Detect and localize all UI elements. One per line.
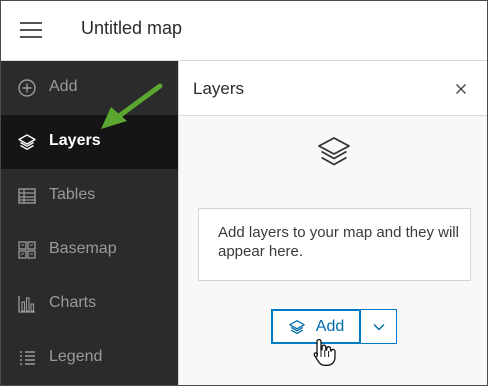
panel-title: Layers	[193, 79, 245, 98]
sidebar-item-add[interactable]: Add	[1, 61, 178, 115]
sidebar-item-label: Basemap	[49, 240, 117, 257]
basemap-icon	[17, 240, 37, 260]
layers-add-icon	[288, 319, 305, 334]
close-icon	[456, 84, 466, 94]
map-title: Untitled map	[81, 18, 183, 38]
chevron-down-icon	[373, 323, 384, 330]
add-layer-split-button: Add	[271, 309, 397, 344]
sidebar-item-basemap[interactable]: Basemap	[1, 223, 178, 277]
plus-circle-icon	[17, 78, 37, 98]
bar-chart-icon	[17, 294, 37, 314]
layers-panel: Layers Add layers to your map and they w…	[178, 61, 487, 385]
sidebar-item-label: Layers	[49, 132, 101, 149]
sidebar: Add Layers Tables Basemap Charts Legend	[1, 61, 178, 385]
legend-icon	[17, 348, 37, 368]
panel-header: Layers	[179, 61, 487, 116]
app-window: Untitled map Add Layers Tables Basemap C…	[0, 0, 488, 386]
layers-icon	[318, 137, 350, 166]
sidebar-item-label: Tables	[49, 186, 96, 203]
sidebar-item-charts[interactable]: Charts	[1, 277, 178, 331]
add-button-label: Add	[315, 317, 345, 335]
add-layer-button[interactable]: Add	[271, 309, 361, 344]
empty-state-message: Add layers to your map and they will app…	[218, 224, 459, 260]
menu-button[interactable]	[13, 14, 49, 46]
layers-icon	[17, 132, 37, 152]
sidebar-item-legend[interactable]: Legend	[1, 331, 178, 385]
table-icon	[17, 186, 37, 206]
sidebar-item-label: Legend	[49, 348, 103, 365]
sidebar-item-label: Charts	[49, 294, 97, 311]
hamburger-menu-icon	[20, 22, 42, 38]
add-options-dropdown[interactable]	[361, 309, 397, 344]
sidebar-item-label: Add	[49, 78, 78, 95]
sidebar-item-layers[interactable]: Layers	[1, 115, 178, 169]
app-header: Untitled map	[1, 1, 487, 61]
empty-state-notice: Add layers to your map and they will app…	[198, 208, 471, 281]
close-panel-button[interactable]	[449, 78, 473, 100]
sidebar-item-tables[interactable]: Tables	[1, 169, 178, 223]
